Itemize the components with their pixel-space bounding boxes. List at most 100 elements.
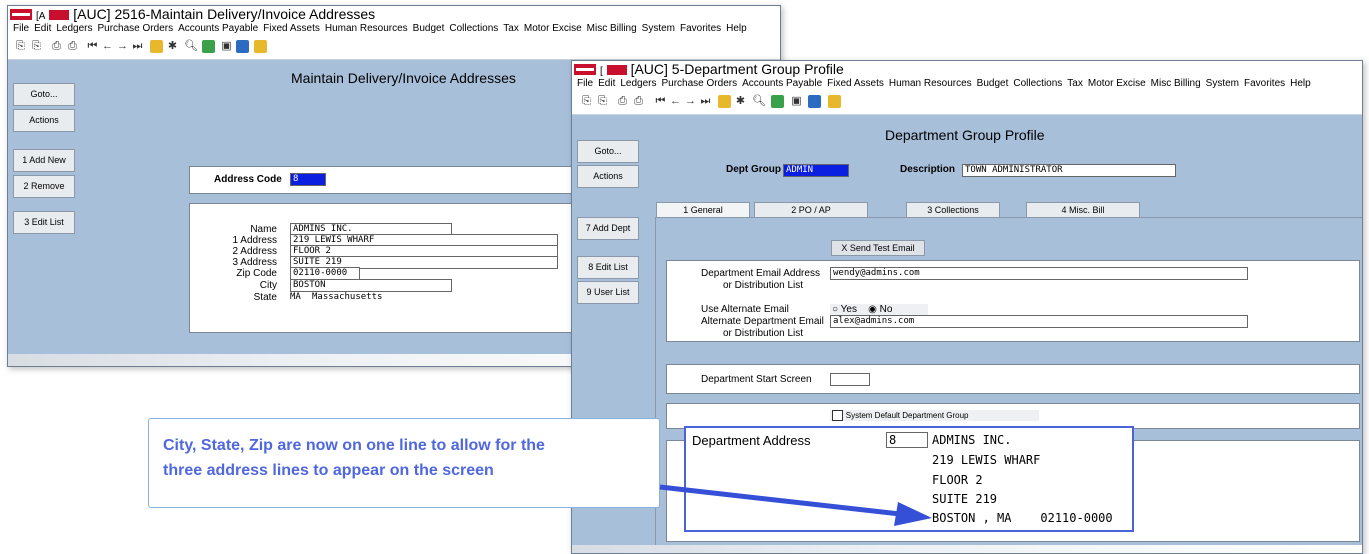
no-radio[interactable]: ◉ <box>868 304 877 315</box>
email-label: Department Email Address <box>701 268 820 279</box>
users-gray-icon[interactable]: ✱ <box>734 95 747 108</box>
paste-icon[interactable]: ⎘ <box>30 40 43 53</box>
menu-tax[interactable]: Tax <box>503 23 519 34</box>
alt-email-field[interactable]: alex@admins.com <box>830 315 1248 328</box>
menu-edit[interactable]: Edit <box>598 78 615 89</box>
menu-budget[interactable]: Budget <box>413 23 445 34</box>
menu-accounts-payable[interactable]: Accounts Payable <box>742 78 822 89</box>
menu-purchase-orders[interactable]: Purchase Orders <box>662 78 738 89</box>
menu-help[interactable]: Help <box>726 23 747 34</box>
chart-icon[interactable] <box>808 95 821 108</box>
send-test-email-button[interactable]: X Send Test Email <box>831 240 925 256</box>
first-record-icon[interactable]: ⏮ <box>654 95 667 108</box>
add-new-button[interactable]: 1 Add New <box>13 149 75 172</box>
properties-icon[interactable]: ▣ <box>220 40 233 53</box>
menu-system[interactable]: System <box>1206 78 1239 89</box>
users-icon[interactable] <box>150 40 163 53</box>
next-record-icon[interactable]: → <box>684 95 697 108</box>
menu-favorites[interactable]: Favorites <box>680 23 721 34</box>
next-record-icon[interactable]: → <box>116 40 129 53</box>
menu-file[interactable]: File <box>577 78 593 89</box>
menu-motor-excise[interactable]: Motor Excise <box>1088 78 1146 89</box>
menu-fixed-assets[interactable]: Fixed Assets <box>263 23 320 34</box>
properties-icon[interactable]: ▣ <box>790 95 803 108</box>
menu-misc-billing[interactable]: Misc Billing <box>1151 78 1201 89</box>
menu-system[interactable]: System <box>642 23 675 34</box>
menu-favorites[interactable]: Favorites <box>1244 78 1285 89</box>
exit-icon[interactable] <box>828 95 841 108</box>
tab-misc-bill[interactable]: 4 Misc. Bill <box>1026 202 1140 218</box>
dept-group-field[interactable]: ADMIN <box>783 164 849 177</box>
menu-motor-excise[interactable]: Motor Excise <box>524 23 582 34</box>
menu-accounts-payable[interactable]: Accounts Payable <box>178 23 258 34</box>
callout-box: City, State, Zip are now on one line to … <box>148 418 660 508</box>
city-field[interactable]: BOSTON <box>290 279 452 292</box>
start-screen-label: Department Start Screen <box>701 374 812 385</box>
title-bar: [A [AUC] 2516-Maintain Delivery/Invoice … <box>8 6 780 23</box>
screen-icon[interactable] <box>202 40 215 53</box>
menu-ledgers[interactable]: Ledgers <box>620 78 656 89</box>
menu-edit[interactable]: Edit <box>34 23 51 34</box>
description-field[interactable]: TOWN ADMINISTRATOR <box>962 164 1176 177</box>
user-list-button[interactable]: 9 User List <box>577 281 639 304</box>
copy-icon[interactable]: ⎘ <box>14 40 27 53</box>
add-dept-button[interactable]: 7 Add Dept <box>577 217 639 240</box>
search-icon[interactable]: 🔍︎ <box>184 40 198 53</box>
system-default-checkbox-row[interactable]: System Default Department Group <box>830 410 1039 422</box>
print-icon[interactable]: ⎙ <box>616 95 629 108</box>
address-line-3: FLOOR 2 <box>932 473 983 487</box>
tab-collections[interactable]: 3 Collections <box>906 202 1000 218</box>
last-record-icon[interactable]: ⏭ <box>699 95 712 108</box>
goto-button[interactable]: Goto... <box>577 140 639 163</box>
menu-file[interactable]: File <box>13 23 29 34</box>
goto-button[interactable]: Goto... <box>13 83 75 106</box>
copy-icon[interactable]: ⎘ <box>580 95 593 108</box>
exit-icon[interactable] <box>254 40 267 53</box>
prev-record-icon[interactable]: ← <box>101 40 114 53</box>
dept-group-label: Dept Group <box>726 164 781 175</box>
menu-fixed-assets[interactable]: Fixed Assets <box>827 78 884 89</box>
actions-button[interactable]: Actions <box>577 165 639 188</box>
screen-icon[interactable] <box>771 95 784 108</box>
menu-ledgers[interactable]: Ledgers <box>56 23 92 34</box>
menu-collections[interactable]: Collections <box>1013 78 1062 89</box>
first-record-icon[interactable]: ⏮ <box>86 40 99 53</box>
actions-button[interactable]: Actions <box>13 109 75 132</box>
dept-address-code-field[interactable]: 8 <box>886 432 928 448</box>
menu-purchase-orders[interactable]: Purchase Orders <box>98 23 174 34</box>
print-preview-icon[interactable]: ⎙ <box>66 40 79 53</box>
paste-icon[interactable]: ⎘ <box>596 95 609 108</box>
system-default-checkbox[interactable] <box>832 410 843 421</box>
users-icon[interactable] <box>718 95 731 108</box>
toolbar: ⎘ ⎘ ⎙ ⎙ ⏮ ← → ⏭ ✱ 🔍︎ ▣ <box>572 92 1362 115</box>
prev-record-icon[interactable]: ← <box>669 95 682 108</box>
menu-help[interactable]: Help <box>1290 78 1311 89</box>
print-icon[interactable]: ⎙ <box>50 40 63 53</box>
menu-tax[interactable]: Tax <box>1067 78 1083 89</box>
edit-list-button[interactable]: 8 Edit List <box>577 256 639 279</box>
chart-icon[interactable] <box>236 40 249 53</box>
menu-budget[interactable]: Budget <box>977 78 1009 89</box>
email-panel: Department Email Address or Distribution… <box>666 260 1360 342</box>
last-record-icon[interactable]: ⏭ <box>131 40 144 53</box>
users-gray-icon[interactable]: ✱ <box>166 40 179 53</box>
state-code[interactable]: MA <box>290 292 301 302</box>
start-screen-field[interactable] <box>830 373 870 386</box>
alt-radio-group: ○ Yes ◉ No <box>830 304 929 315</box>
print-preview-icon[interactable]: ⎙ <box>632 95 645 108</box>
yes-radio[interactable]: ○ <box>832 304 838 315</box>
search-icon[interactable]: 🔍︎ <box>752 95 766 108</box>
dept-address-highlight: Department Address 8 ADMINS INC. 219 LEW… <box>684 426 1134 532</box>
remove-button[interactable]: 2 Remove <box>13 175 75 198</box>
title-logo-icon <box>49 10 70 21</box>
menu-human-resources[interactable]: Human Resources <box>325 23 408 34</box>
dept-address-label: Department Address <box>692 433 811 448</box>
tab-general[interactable]: 1 General <box>656 202 750 218</box>
edit-list-button[interactable]: 3 Edit List <box>13 211 75 234</box>
tab-po-ap[interactable]: 2 PO / AP <box>754 202 868 218</box>
email-field[interactable]: wendy@admins.com <box>830 267 1248 280</box>
address-code-field[interactable]: 8 <box>290 173 326 186</box>
menu-human-resources[interactable]: Human Resources <box>889 78 972 89</box>
menu-collections[interactable]: Collections <box>449 23 498 34</box>
menu-misc-billing[interactable]: Misc Billing <box>587 23 637 34</box>
